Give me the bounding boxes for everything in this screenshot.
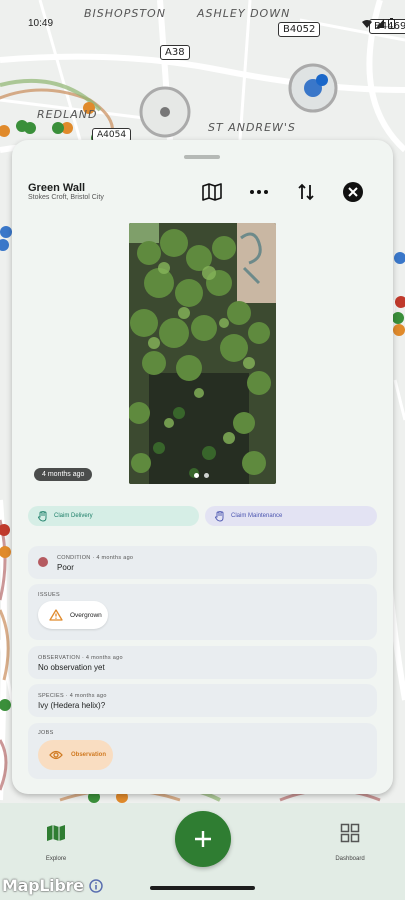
pager-dot-1[interactable] xyxy=(194,473,199,478)
map-icon xyxy=(202,183,222,201)
nav-explore-label: Explore xyxy=(45,856,67,862)
drag-handle[interactable] xyxy=(184,155,220,159)
wifi-icon xyxy=(362,20,372,28)
claim-maintenance-button[interactable]: Claim Maintenance xyxy=(205,506,377,526)
pager-dot-2[interactable] xyxy=(204,473,209,478)
observation-when: 4 months ago xyxy=(85,655,123,661)
asset-photo[interactable] xyxy=(129,223,276,484)
swap-vertical-icon xyxy=(298,183,314,201)
issue-chip-overgrown[interactable]: Overgrown xyxy=(38,601,108,629)
observation-value: No observation yet xyxy=(38,663,105,672)
map-icon xyxy=(47,825,65,841)
nav-dashboard[interactable]: Dashboard xyxy=(320,823,380,862)
close-icon xyxy=(343,182,363,202)
signal-icon xyxy=(376,19,384,28)
plus-icon xyxy=(195,831,211,847)
maplibre-attribution[interactable]: MapLibre xyxy=(2,876,103,895)
status-icons xyxy=(362,18,395,29)
asset-detail-sheet: Green Wall Stokes Croft, Bristol City 4 … xyxy=(12,140,393,794)
hand-icon xyxy=(215,510,224,521)
job-label: Observation xyxy=(71,752,107,758)
observation-label: OBSERVATION xyxy=(38,655,81,661)
hand-icon xyxy=(38,510,47,521)
battery-icon xyxy=(388,18,395,29)
observation-meta: OBSERVATION · 4 months ago xyxy=(38,655,123,661)
close-button[interactable] xyxy=(341,180,365,204)
condition-meta: CONDITION · 4 months ago xyxy=(57,555,133,561)
status-time: 10:49 xyxy=(28,18,54,29)
issues-label: ISSUES xyxy=(38,592,60,598)
nav-dashboard-label: Dashboard xyxy=(335,856,365,862)
asset-location: Stokes Croft, Bristol City xyxy=(28,194,104,201)
job-chip-observation[interactable]: Observation xyxy=(38,740,113,770)
species-when: 4 months ago xyxy=(69,693,107,699)
map-label-redland: REDLAND xyxy=(37,108,98,121)
photo-age-chip: 4 months ago xyxy=(34,468,93,481)
green-wall-photo xyxy=(129,223,276,484)
swap-button[interactable] xyxy=(294,180,318,204)
eye-icon xyxy=(49,750,63,760)
species-label: SPECIES xyxy=(38,693,64,699)
claim-delivery-button[interactable]: Claim Delivery xyxy=(28,506,199,526)
jobs-label: JOBS xyxy=(38,730,54,736)
home-indicator[interactable] xyxy=(150,886,255,890)
condition-when: 4 months ago xyxy=(96,555,134,561)
maplibre-logo-text: MapLibre xyxy=(2,876,84,895)
species-card[interactable]: SPECIES · 4 months ago Ivy (Hedera helix… xyxy=(28,684,377,717)
more-horizontal-icon xyxy=(250,190,268,194)
condition-status-dot xyxy=(38,557,48,567)
condition-card[interactable]: CONDITION · 4 months ago Poor xyxy=(28,546,377,579)
photo-pager-dots xyxy=(194,473,209,478)
species-value: Ivy (Hedera helix)? xyxy=(38,701,106,710)
nav-explore[interactable]: Explore xyxy=(26,823,86,862)
info-icon[interactable] xyxy=(89,879,103,893)
claim-maintenance-label: Claim Maintenance xyxy=(231,513,283,519)
map-label-st-andrews: ST ANDREW'S xyxy=(208,121,296,134)
claim-delivery-label: Claim Delivery xyxy=(54,513,93,519)
observation-card[interactable]: OBSERVATION · 4 months ago No observatio… xyxy=(28,646,377,679)
asset-title: Green Wall xyxy=(28,182,86,194)
species-meta: SPECIES · 4 months ago xyxy=(38,693,107,699)
status-bar: 10:49 xyxy=(28,18,395,34)
grid-icon xyxy=(340,823,360,843)
condition-value: Poor xyxy=(57,563,74,572)
jobs-card: JOBS Observation xyxy=(28,723,377,779)
condition-label: CONDITION xyxy=(57,555,91,561)
issues-card: ISSUES Overgrown xyxy=(28,584,377,640)
more-options-button[interactable] xyxy=(247,180,271,204)
add-button[interactable] xyxy=(175,811,231,867)
bottom-navigation: Explore Dashboard MapLibre xyxy=(0,803,405,900)
warning-icon xyxy=(49,609,63,621)
road-shield-a38: A38 xyxy=(160,45,190,60)
map-button[interactable] xyxy=(200,180,224,204)
issue-label: Overgrown xyxy=(70,611,102,619)
